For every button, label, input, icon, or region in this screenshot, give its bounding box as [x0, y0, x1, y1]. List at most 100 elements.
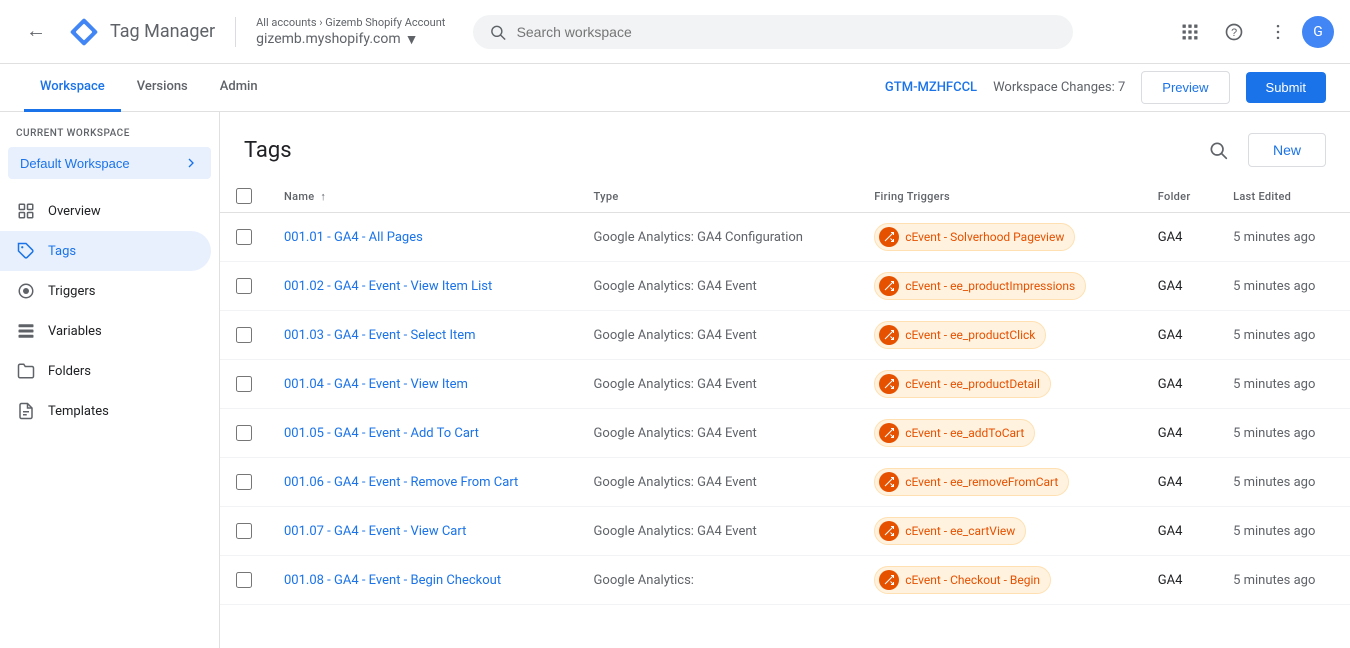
row-type-cell: Google Analytics: GA4 Event: [578, 507, 859, 556]
more-button[interactable]: [1258, 12, 1298, 52]
tag-name-link[interactable]: 001.05 - GA4 - Event - Add To Cart: [284, 426, 479, 441]
tag-icon: [16, 241, 36, 261]
help-button[interactable]: ?: [1214, 12, 1254, 52]
row-checkbox[interactable]: [236, 229, 252, 245]
th-folder: Folder: [1142, 180, 1217, 213]
row-last-edited-cell: 5 minutes ago: [1217, 458, 1350, 507]
row-checkbox[interactable]: [236, 327, 252, 343]
tag-name-link[interactable]: 001.03 - GA4 - Event - Select Item: [284, 328, 476, 343]
tag-name-link[interactable]: 001.07 - GA4 - Event - View Cart: [284, 524, 466, 539]
trigger-label: cEvent - ee_productImpressions: [905, 279, 1075, 293]
row-checkbox[interactable]: [236, 425, 252, 441]
search-icon: [489, 23, 506, 41]
tag-name-link[interactable]: 001.06 - GA4 - Event - Remove From Cart: [284, 475, 518, 490]
chevron-right-icon: [183, 155, 199, 171]
folder-icon: [16, 361, 36, 381]
tab-versions[interactable]: Versions: [121, 64, 204, 112]
row-checkbox[interactable]: [236, 278, 252, 294]
trigger-chip[interactable]: cEvent - Checkout - Begin: [874, 566, 1051, 594]
search-bar[interactable]: [473, 15, 1073, 49]
workspace-name: Default Workspace: [20, 156, 130, 171]
account-selector[interactable]: gizemb.myshopify.com ▼: [256, 31, 445, 48]
th-checkbox: [220, 180, 268, 213]
row-checkbox[interactable]: [236, 523, 252, 539]
row-last-edited-cell: 5 minutes ago: [1217, 507, 1350, 556]
sidebar-item-overview[interactable]: Overview: [0, 191, 211, 231]
page-title: Tags: [244, 138, 1188, 163]
topbar-divider: [235, 17, 236, 47]
th-name[interactable]: Name ↑: [268, 180, 578, 213]
new-tag-button[interactable]: New: [1248, 133, 1326, 167]
tab-workspace[interactable]: Workspace: [24, 64, 121, 112]
gtm-id: GTM-MZHFCCL: [885, 80, 977, 95]
sidebar-label-templates: Templates: [48, 404, 109, 419]
trigger-chip[interactable]: cEvent - ee_removeFromCart: [874, 468, 1069, 496]
table-row: 001.02 - GA4 - Event - View Item List Go…: [220, 262, 1350, 311]
row-folder-cell: GA4: [1142, 262, 1217, 311]
row-name-cell: 001.05 - GA4 - Event - Add To Cart: [268, 409, 578, 458]
select-all-checkbox[interactable]: [236, 188, 252, 204]
tag-name-link[interactable]: 001.08 - GA4 - Event - Begin Checkout: [284, 573, 501, 588]
trigger-label: cEvent - ee_cartView: [905, 524, 1015, 538]
row-checkbox-cell: [220, 556, 268, 605]
sidebar-nav: Overview Tags: [0, 191, 219, 431]
account-area: All accounts › Gizemb Shopify Account gi…: [256, 16, 445, 48]
back-button[interactable]: ←: [16, 12, 56, 52]
table-row: 001.07 - GA4 - Event - View Cart Google …: [220, 507, 1350, 556]
tag-name-link[interactable]: 001.02 - GA4 - Event - View Item List: [284, 279, 492, 294]
row-folder-cell: GA4: [1142, 213, 1217, 262]
search-input[interactable]: [517, 24, 1058, 40]
sidebar-item-templates[interactable]: Templates: [0, 391, 211, 431]
row-folder-cell: GA4: [1142, 458, 1217, 507]
trigger-icon: [879, 423, 899, 443]
row-name-cell: 001.02 - GA4 - Event - View Item List: [268, 262, 578, 311]
trigger-label: cEvent - ee_addToCart: [905, 426, 1024, 440]
trigger-icon: [879, 374, 899, 394]
tag-name-link[interactable]: 001.01 - GA4 - All Pages: [284, 230, 423, 245]
avatar[interactable]: G: [1302, 16, 1334, 48]
th-type: Type: [578, 180, 859, 213]
trigger-chip[interactable]: cEvent - ee_productDetail: [874, 370, 1051, 398]
sidebar-item-variables[interactable]: Variables: [0, 311, 211, 351]
sidebar-label-folders: Folders: [48, 364, 91, 379]
sidebar-label-tags: Tags: [48, 244, 76, 259]
sidebar-item-triggers[interactable]: Triggers: [0, 271, 211, 311]
preview-button[interactable]: Preview: [1141, 71, 1229, 104]
tab-admin[interactable]: Admin: [204, 64, 274, 112]
nav-right: GTM-MZHFCCL Workspace Changes: 7 Preview…: [885, 71, 1326, 104]
search-icon: [1208, 140, 1228, 160]
trigger-label: cEvent - Checkout - Begin: [905, 573, 1040, 587]
row-trigger-cell: cEvent - ee_addToCart: [858, 409, 1142, 458]
submit-button[interactable]: Submit: [1246, 72, 1326, 103]
table-row: 001.05 - GA4 - Event - Add To Cart Googl…: [220, 409, 1350, 458]
row-checkbox[interactable]: [236, 572, 252, 588]
trigger-chip[interactable]: cEvent - ee_addToCart: [874, 419, 1035, 447]
th-firing-triggers: Firing Triggers: [858, 180, 1142, 213]
apps-button[interactable]: [1170, 12, 1210, 52]
sidebar-item-folders[interactable]: Folders: [0, 351, 211, 391]
trigger-label: cEvent - ee_productDetail: [905, 377, 1040, 391]
topbar-icons: ? G: [1170, 12, 1334, 52]
sidebar: CURRENT WORKSPACE Default Workspace Ove: [0, 112, 220, 648]
logo-area[interactable]: Tag Manager: [68, 16, 215, 48]
row-trigger-cell: cEvent - Checkout - Begin: [858, 556, 1142, 605]
row-checkbox[interactable]: [236, 376, 252, 392]
trigger-chip[interactable]: cEvent - ee_productClick: [874, 321, 1046, 349]
trigger-chip[interactable]: cEvent - ee_cartView: [874, 517, 1026, 545]
apps-icon: [1180, 22, 1200, 42]
trigger-chip[interactable]: cEvent - Solverhood Pageview: [874, 223, 1075, 251]
table-row: 001.03 - GA4 - Event - Select Item Googl…: [220, 311, 1350, 360]
trigger-icon: [879, 325, 899, 345]
workspace-selector[interactable]: Default Workspace: [8, 147, 211, 179]
tags-header: Tags New: [220, 112, 1350, 180]
row-checkbox-cell: [220, 409, 268, 458]
trigger-chip[interactable]: cEvent - ee_productImpressions: [874, 272, 1086, 300]
tag-name-link[interactable]: 001.04 - GA4 - Event - View Item: [284, 377, 468, 392]
row-checkbox[interactable]: [236, 474, 252, 490]
current-workspace-label: CURRENT WORKSPACE: [0, 112, 219, 143]
row-last-edited-cell: 5 minutes ago: [1217, 213, 1350, 262]
row-last-edited-cell: 5 minutes ago: [1217, 409, 1350, 458]
circle-icon: [16, 281, 36, 301]
sidebar-item-tags[interactable]: Tags: [0, 231, 211, 271]
table-search-button[interactable]: [1200, 132, 1236, 168]
